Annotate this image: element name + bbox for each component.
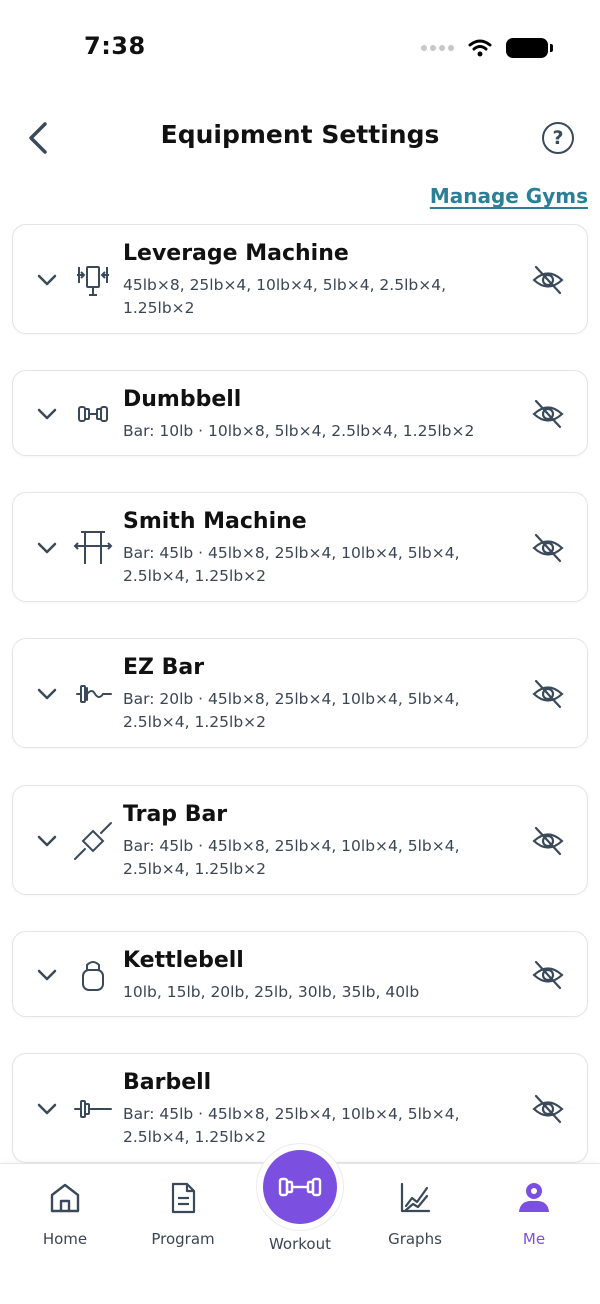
document-icon — [171, 1182, 196, 1214]
status-bar: 7:38 — [0, 0, 600, 96]
chevron-down-icon[interactable] — [37, 542, 57, 554]
equipment-details: Bar: 45lb · 45lb×8, 25lb×4, 10lb×4, 5lb×… — [123, 837, 460, 878]
equipment-card-smith-machine[interactable]: Smith Machine Bar: 45lb · 45lb×8, 25lb×4… — [12, 492, 588, 602]
tab-me[interactable]: Me — [484, 1180, 584, 1248]
ez-bar-icon — [76, 685, 112, 703]
eye-off-icon[interactable] — [531, 958, 565, 992]
tab-label: Me — [522, 1230, 546, 1248]
equipment-details: Bar: 10lb · 10lb×8, 5lb×4, 2.5lb×4, 1.25… — [123, 422, 475, 440]
user-icon — [519, 1183, 549, 1212]
barbell-icon — [74, 1100, 112, 1118]
eye-off-icon[interactable] — [531, 1092, 565, 1126]
equipment-card-kettlebell[interactable]: Kettlebell 10lb, 15lb, 20lb, 25lb, 30lb,… — [12, 931, 588, 1017]
equipment-details: 45lb×8, 25lb×4, 10lb×4, 5lb×4, 2.5lb×4, … — [123, 276, 446, 317]
page-title: Equipment Settings — [160, 120, 440, 149]
workout-button[interactable] — [263, 1150, 337, 1224]
manage-gyms-link[interactable]: Manage Gyms — [430, 184, 588, 208]
tab-program[interactable]: Program — [133, 1180, 233, 1248]
eye-off-icon[interactable] — [531, 824, 565, 858]
help-button[interactable]: ? — [542, 122, 574, 154]
eye-off-icon[interactable] — [531, 677, 565, 711]
dumbbell-icon — [78, 406, 108, 422]
eye-off-icon[interactable] — [531, 397, 565, 431]
tab-home[interactable]: Home — [15, 1180, 115, 1248]
equipment-card-ez-bar[interactable]: EZ Bar Bar: 20lb · 45lb×8, 25lb×4, 10lb×… — [12, 638, 588, 748]
equipment-name: EZ Bar — [123, 655, 205, 680]
equipment-details: Bar: 45lb · 45lb×8, 25lb×4, 10lb×4, 5lb×… — [123, 1105, 460, 1146]
chevron-down-icon[interactable] — [37, 835, 57, 847]
chevron-down-icon[interactable] — [37, 274, 57, 286]
equipment-name: Kettlebell — [123, 948, 244, 973]
wifi-icon — [468, 39, 492, 57]
chevron-down-icon[interactable] — [37, 688, 57, 700]
equipment-name: Barbell — [123, 1070, 212, 1095]
status-time: 7:38 — [84, 32, 146, 60]
equipment-name: Leverage Machine — [123, 241, 349, 266]
eye-off-icon[interactable] — [531, 531, 565, 565]
equipment-details: Bar: 20lb · 45lb×8, 25lb×4, 10lb×4, 5lb×… — [123, 690, 460, 731]
dumbbell-icon — [278, 1177, 322, 1197]
tab-label: Home — [42, 1230, 88, 1248]
equipment-details: Bar: 45lb · 45lb×8, 25lb×4, 10lb×4, 5lb×… — [123, 544, 460, 585]
battery-icon — [506, 38, 553, 58]
tab-workout[interactable] — [257, 1144, 343, 1230]
eye-off-icon[interactable] — [531, 263, 565, 297]
chevron-down-icon[interactable] — [37, 1103, 57, 1115]
smith-machine-icon — [73, 531, 113, 564]
home-icon — [50, 1183, 80, 1213]
equipment-details: 10lb, 15lb, 20lb, 25lb, 30lb, 35lb, 40lb — [123, 983, 420, 1001]
equipment-card-leverage-machine[interactable]: Leverage Machine 45lb×8, 25lb×4, 10lb×4,… — [12, 224, 588, 334]
equipment-card-dumbbell[interactable]: Dumbbell Bar: 10lb · 10lb×8, 5lb×4, 2.5l… — [12, 370, 588, 456]
header: Equipment Settings ? — [0, 108, 600, 168]
equipment-name: Smith Machine — [123, 509, 307, 534]
tab-label: Graphs — [388, 1230, 442, 1248]
chevron-down-icon[interactable] — [37, 969, 57, 981]
equipment-name: Dumbbell — [123, 387, 242, 412]
tab-bar: Home Program Workout Graphs Me — [0, 1144, 600, 1304]
cellular-signal-icon — [421, 45, 454, 51]
tab-label: Workout — [268, 1235, 331, 1253]
tab-graphs[interactable]: Graphs — [365, 1180, 465, 1248]
equipment-name: Trap Bar — [123, 802, 228, 827]
graph-icon — [400, 1182, 431, 1213]
status-icons — [421, 38, 553, 58]
kettlebell-icon — [82, 961, 104, 991]
leverage-machine-icon — [77, 266, 109, 296]
equipment-card-trap-bar[interactable]: Trap Bar Bar: 45lb · 45lb×8, 25lb×4, 10l… — [12, 785, 588, 895]
chevron-down-icon[interactable] — [37, 408, 57, 420]
trap-bar-icon — [74, 822, 112, 860]
tab-label: Program — [151, 1230, 215, 1248]
